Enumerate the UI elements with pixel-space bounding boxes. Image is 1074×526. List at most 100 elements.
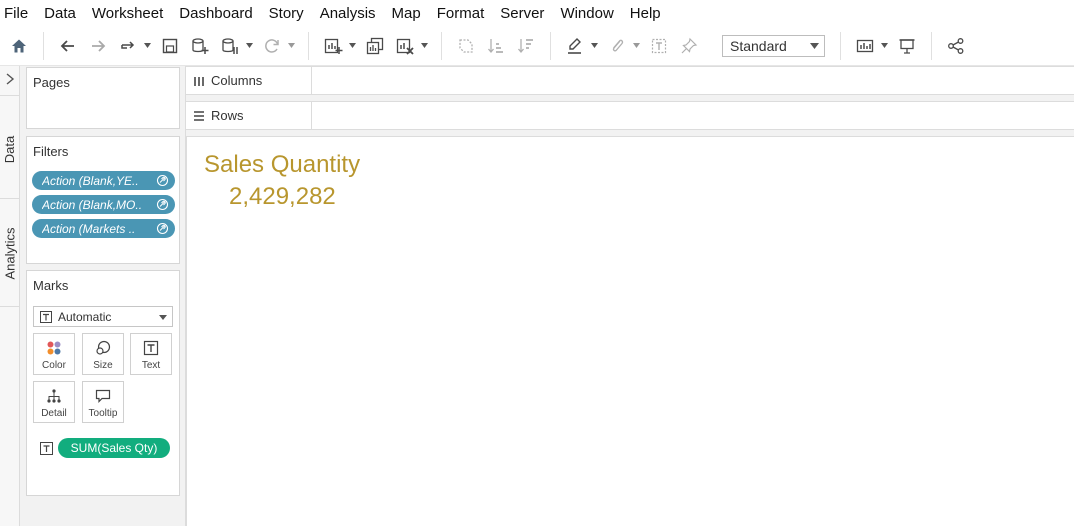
save-icon[interactable] [158, 34, 182, 58]
sort-ascending-icon[interactable] [484, 34, 508, 58]
marks-title: Marks [33, 278, 69, 293]
tooltip-button[interactable]: Tooltip [82, 381, 124, 423]
swap-icon[interactable] [454, 34, 478, 58]
color-button[interactable]: Color [33, 333, 75, 375]
menu-dashboard[interactable]: Dashboard [171, 0, 260, 26]
show-me-icon[interactable] [853, 34, 877, 58]
toolbar-separator [550, 31, 551, 60]
columns-icon [194, 76, 204, 86]
detail-icon [47, 389, 61, 403]
tab-analytics-label: Analytics [2, 227, 18, 280]
size-button[interactable]: Size [82, 333, 124, 375]
chevron-down-icon[interactable] [143, 34, 151, 58]
menu-format[interactable]: Format [429, 0, 493, 26]
filter-pill[interactable]: Action (Blank,MO.. [32, 195, 175, 214]
share-icon[interactable] [944, 34, 968, 58]
filters-card[interactable]: Filters Action (Blank,YE.. Action (Blank… [26, 136, 180, 264]
tooltip-label: Tooltip [88, 408, 118, 419]
detail-label: Detail [41, 408, 67, 419]
fix-axes-icon[interactable] [677, 34, 701, 58]
measure-pill[interactable]: SUM(Sales Qty) [58, 438, 170, 458]
menu-data[interactable]: Data [36, 0, 84, 26]
tab-data[interactable]: Data [0, 106, 20, 192]
columns-label-box: Columns [186, 67, 312, 94]
chevron-down-icon[interactable] [245, 34, 253, 58]
menu-worksheet[interactable]: Worksheet [84, 0, 171, 26]
viz-value[interactable]: 2,429,282 [229, 183, 336, 211]
chevron-down-icon[interactable] [287, 34, 295, 58]
expand-arrow-icon[interactable] [3, 72, 17, 86]
duplicate-sheet-icon[interactable] [363, 34, 387, 58]
toolbar-separator [840, 31, 841, 60]
tab-data-label: Data [2, 135, 18, 163]
menu-map[interactable]: Map [384, 0, 429, 26]
filter-pill[interactable]: Action (Markets .. [32, 219, 175, 238]
highlight-icon[interactable] [563, 34, 587, 58]
new-datasource-icon[interactable] [188, 34, 212, 58]
side-tab-strip: Data Analytics [0, 66, 20, 526]
rows-shelf[interactable]: Rows [186, 101, 1074, 130]
columns-shelf[interactable]: Columns [186, 66, 1074, 95]
menu-help[interactable]: Help [622, 0, 669, 26]
labels-icon[interactable] [647, 34, 671, 58]
text-button[interactable]: Text [130, 333, 172, 375]
filter-pill-label: Action (Blank,MO.. [42, 197, 143, 212]
chevron-down-icon[interactable] [420, 34, 428, 58]
chevron-down-icon[interactable] [632, 34, 640, 58]
tab-analytics[interactable]: Analytics [0, 206, 20, 301]
pages-title: Pages [33, 75, 70, 90]
divider [0, 95, 20, 96]
new-worksheet-icon[interactable] [321, 34, 345, 58]
viz-title: Sales Quantity [204, 151, 361, 178]
color-label: Color [42, 360, 66, 371]
toolbar-separator [43, 31, 44, 60]
presentation-icon[interactable] [895, 34, 919, 58]
menu-file[interactable]: File [0, 0, 36, 26]
chevron-down-icon [159, 315, 167, 320]
rows-label: Rows [211, 108, 244, 123]
pause-updates-icon[interactable] [218, 34, 242, 58]
toolbar-separator [308, 31, 309, 60]
menu-analysis[interactable]: Analysis [312, 0, 384, 26]
columns-label: Columns [211, 73, 263, 88]
link-icon [154, 198, 170, 211]
mark-type-value: Automatic [58, 309, 112, 324]
viz-canvas[interactable]: Sales Quantity 2,429,282 [186, 136, 1074, 526]
toolbar-separator [441, 31, 442, 60]
filter-pill[interactable]: Action (Blank,YE.. [32, 171, 175, 190]
filter-pill-label: Action (Markets .. [42, 221, 136, 236]
toolbar: Standard [0, 26, 1074, 66]
text-label: Text [141, 360, 161, 371]
clear-sheet-icon[interactable] [393, 34, 417, 58]
chevron-down-icon[interactable] [348, 34, 356, 58]
menu-server[interactable]: Server [492, 0, 552, 26]
chevron-down-icon [810, 42, 819, 49]
filters-title: Filters [33, 144, 69, 159]
side-panel: Pages Filters Action (Blank,YE.. Action … [20, 66, 186, 526]
chevron-down-icon[interactable] [590, 34, 598, 58]
text-icon [143, 340, 159, 356]
toolbar-separator [931, 31, 932, 60]
marks-card: Marks Automatic Color Size Text Detail T… [26, 270, 180, 496]
menu-story[interactable]: Story [261, 0, 312, 26]
rows-label-box: Rows [186, 102, 312, 129]
detail-button[interactable]: Detail [33, 381, 75, 423]
home-icon[interactable] [7, 34, 31, 58]
sort-descending-icon[interactable] [514, 34, 538, 58]
filter-pill-label: Action (Blank,YE.. [42, 173, 139, 188]
chevron-down-icon[interactable] [880, 34, 888, 58]
pages-card[interactable]: Pages [26, 67, 180, 129]
group-icon[interactable] [605, 34, 629, 58]
tooltip-icon [95, 389, 111, 403]
replay-icon[interactable] [116, 34, 140, 58]
link-icon [154, 222, 170, 235]
undo-icon[interactable] [56, 34, 80, 58]
redo-icon[interactable] [86, 34, 110, 58]
refresh-icon[interactable] [260, 34, 284, 58]
menu-bar: File Data Worksheet Dashboard Story Anal… [0, 0, 1074, 26]
text-mark-icon[interactable] [40, 442, 53, 455]
text-mark-icon [40, 310, 52, 323]
mark-type-select[interactable]: Automatic [33, 306, 173, 327]
fit-select[interactable]: Standard [722, 34, 825, 57]
menu-window[interactable]: Window [552, 0, 621, 26]
